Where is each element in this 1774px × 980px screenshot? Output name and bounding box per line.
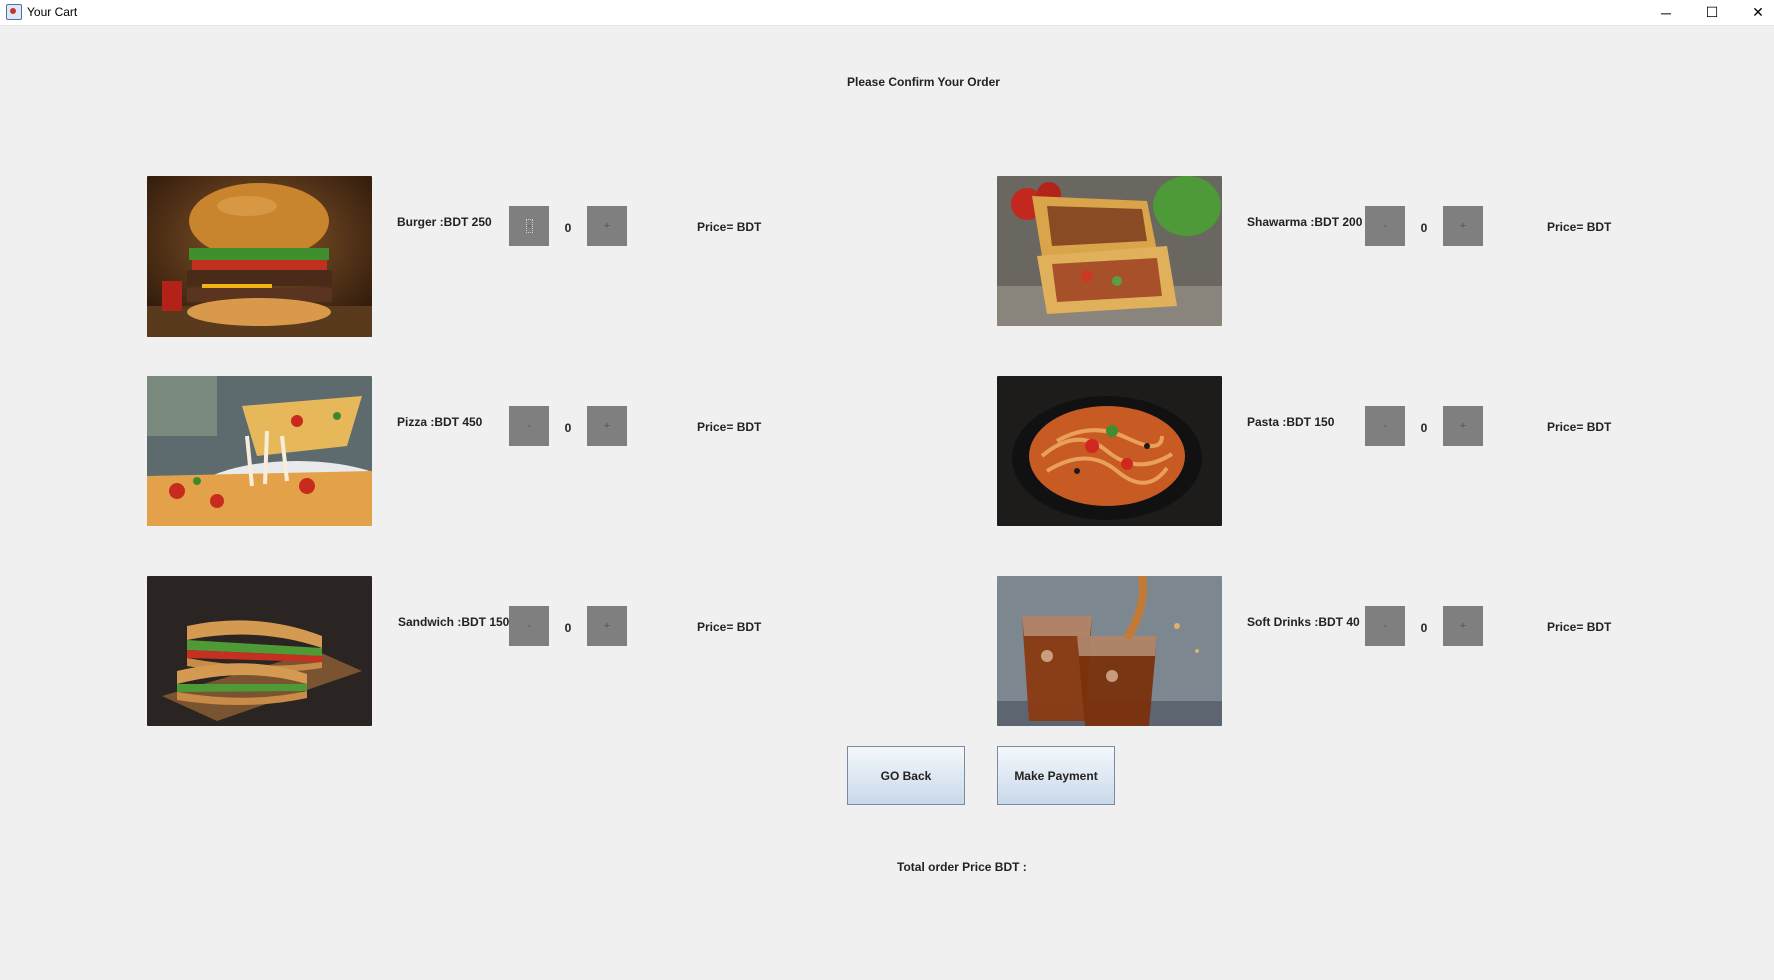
- shawarma-minus-button[interactable]: -: [1365, 206, 1405, 246]
- pizza-label: Pizza :BDT 450: [397, 415, 483, 429]
- burger-image: [147, 176, 372, 337]
- pasta-image: [997, 376, 1222, 526]
- page-heading: Please Confirm Your Order: [847, 75, 1000, 89]
- pizza-price: Price= BDT: [697, 420, 762, 434]
- window-title: Your Cart: [27, 5, 78, 19]
- soft-drinks-plus-button[interactable]: +: [1443, 606, 1483, 646]
- make-payment-button[interactable]: Make Payment: [997, 746, 1115, 805]
- sandwich-label: Sandwich :BDT 150: [398, 615, 510, 629]
- go-back-button[interactable]: GO Back: [847, 746, 965, 805]
- window-titlebar: Your Cart ─ ☐ ✕: [0, 0, 1774, 26]
- pasta-minus-button[interactable]: -: [1365, 406, 1405, 446]
- close-icon[interactable]: ✕: [1735, 0, 1774, 25]
- sandwich-image: [147, 576, 372, 726]
- burger-label: Burger :BDT 250: [397, 215, 492, 229]
- sandwich-qty: 0: [564, 621, 572, 635]
- shawarma-price: Price= BDT: [1547, 220, 1612, 234]
- total-price-label: Total order Price BDT :: [897, 860, 1027, 874]
- pizza-minus-button[interactable]: -: [509, 406, 549, 446]
- burger-plus-button[interactable]: +: [587, 206, 627, 246]
- shawarma-label: Shawarma :BDT 200: [1247, 215, 1363, 229]
- java-app-icon: [6, 4, 22, 20]
- sandwich-plus-button[interactable]: +: [587, 606, 627, 646]
- pasta-price: Price= BDT: [1547, 420, 1612, 434]
- pasta-plus-button[interactable]: +: [1443, 406, 1483, 446]
- soft-drinks-image: [997, 576, 1222, 726]
- shawarma-qty: 0: [1420, 221, 1428, 235]
- pasta-label: Pasta :BDT 150: [1247, 415, 1335, 429]
- soft-drinks-minus-button[interactable]: -: [1365, 606, 1405, 646]
- pizza-qty: 0: [564, 421, 572, 435]
- soft-drinks-qty: 0: [1420, 621, 1428, 635]
- burger-qty: 0: [564, 221, 572, 235]
- burger-price: Price= BDT: [697, 220, 762, 234]
- maximize-icon[interactable]: ☐: [1689, 0, 1735, 25]
- pizza-image: [147, 376, 372, 526]
- minimize-icon[interactable]: ─: [1643, 0, 1689, 25]
- shawarma-plus-button[interactable]: +: [1443, 206, 1483, 246]
- pizza-plus-button[interactable]: +: [587, 406, 627, 446]
- shawarma-image: [997, 176, 1222, 326]
- soft-drinks-price: Price= BDT: [1547, 620, 1612, 634]
- soft-drinks-label: Soft Drinks :BDT 40: [1247, 615, 1360, 629]
- burger-minus-button[interactable]: -: [509, 206, 549, 246]
- sandwich-minus-button[interactable]: -: [509, 606, 549, 646]
- sandwich-price: Price= BDT: [697, 620, 762, 634]
- pasta-qty: 0: [1420, 421, 1428, 435]
